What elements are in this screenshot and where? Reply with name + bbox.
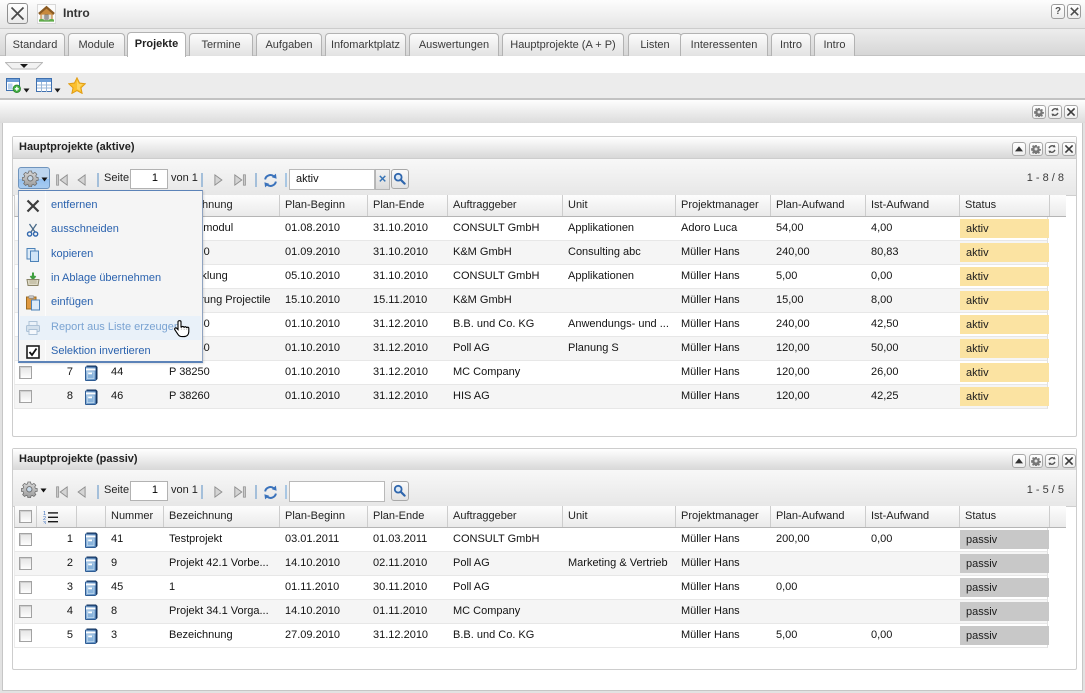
svg-text:3: 3 — [43, 521, 46, 524]
